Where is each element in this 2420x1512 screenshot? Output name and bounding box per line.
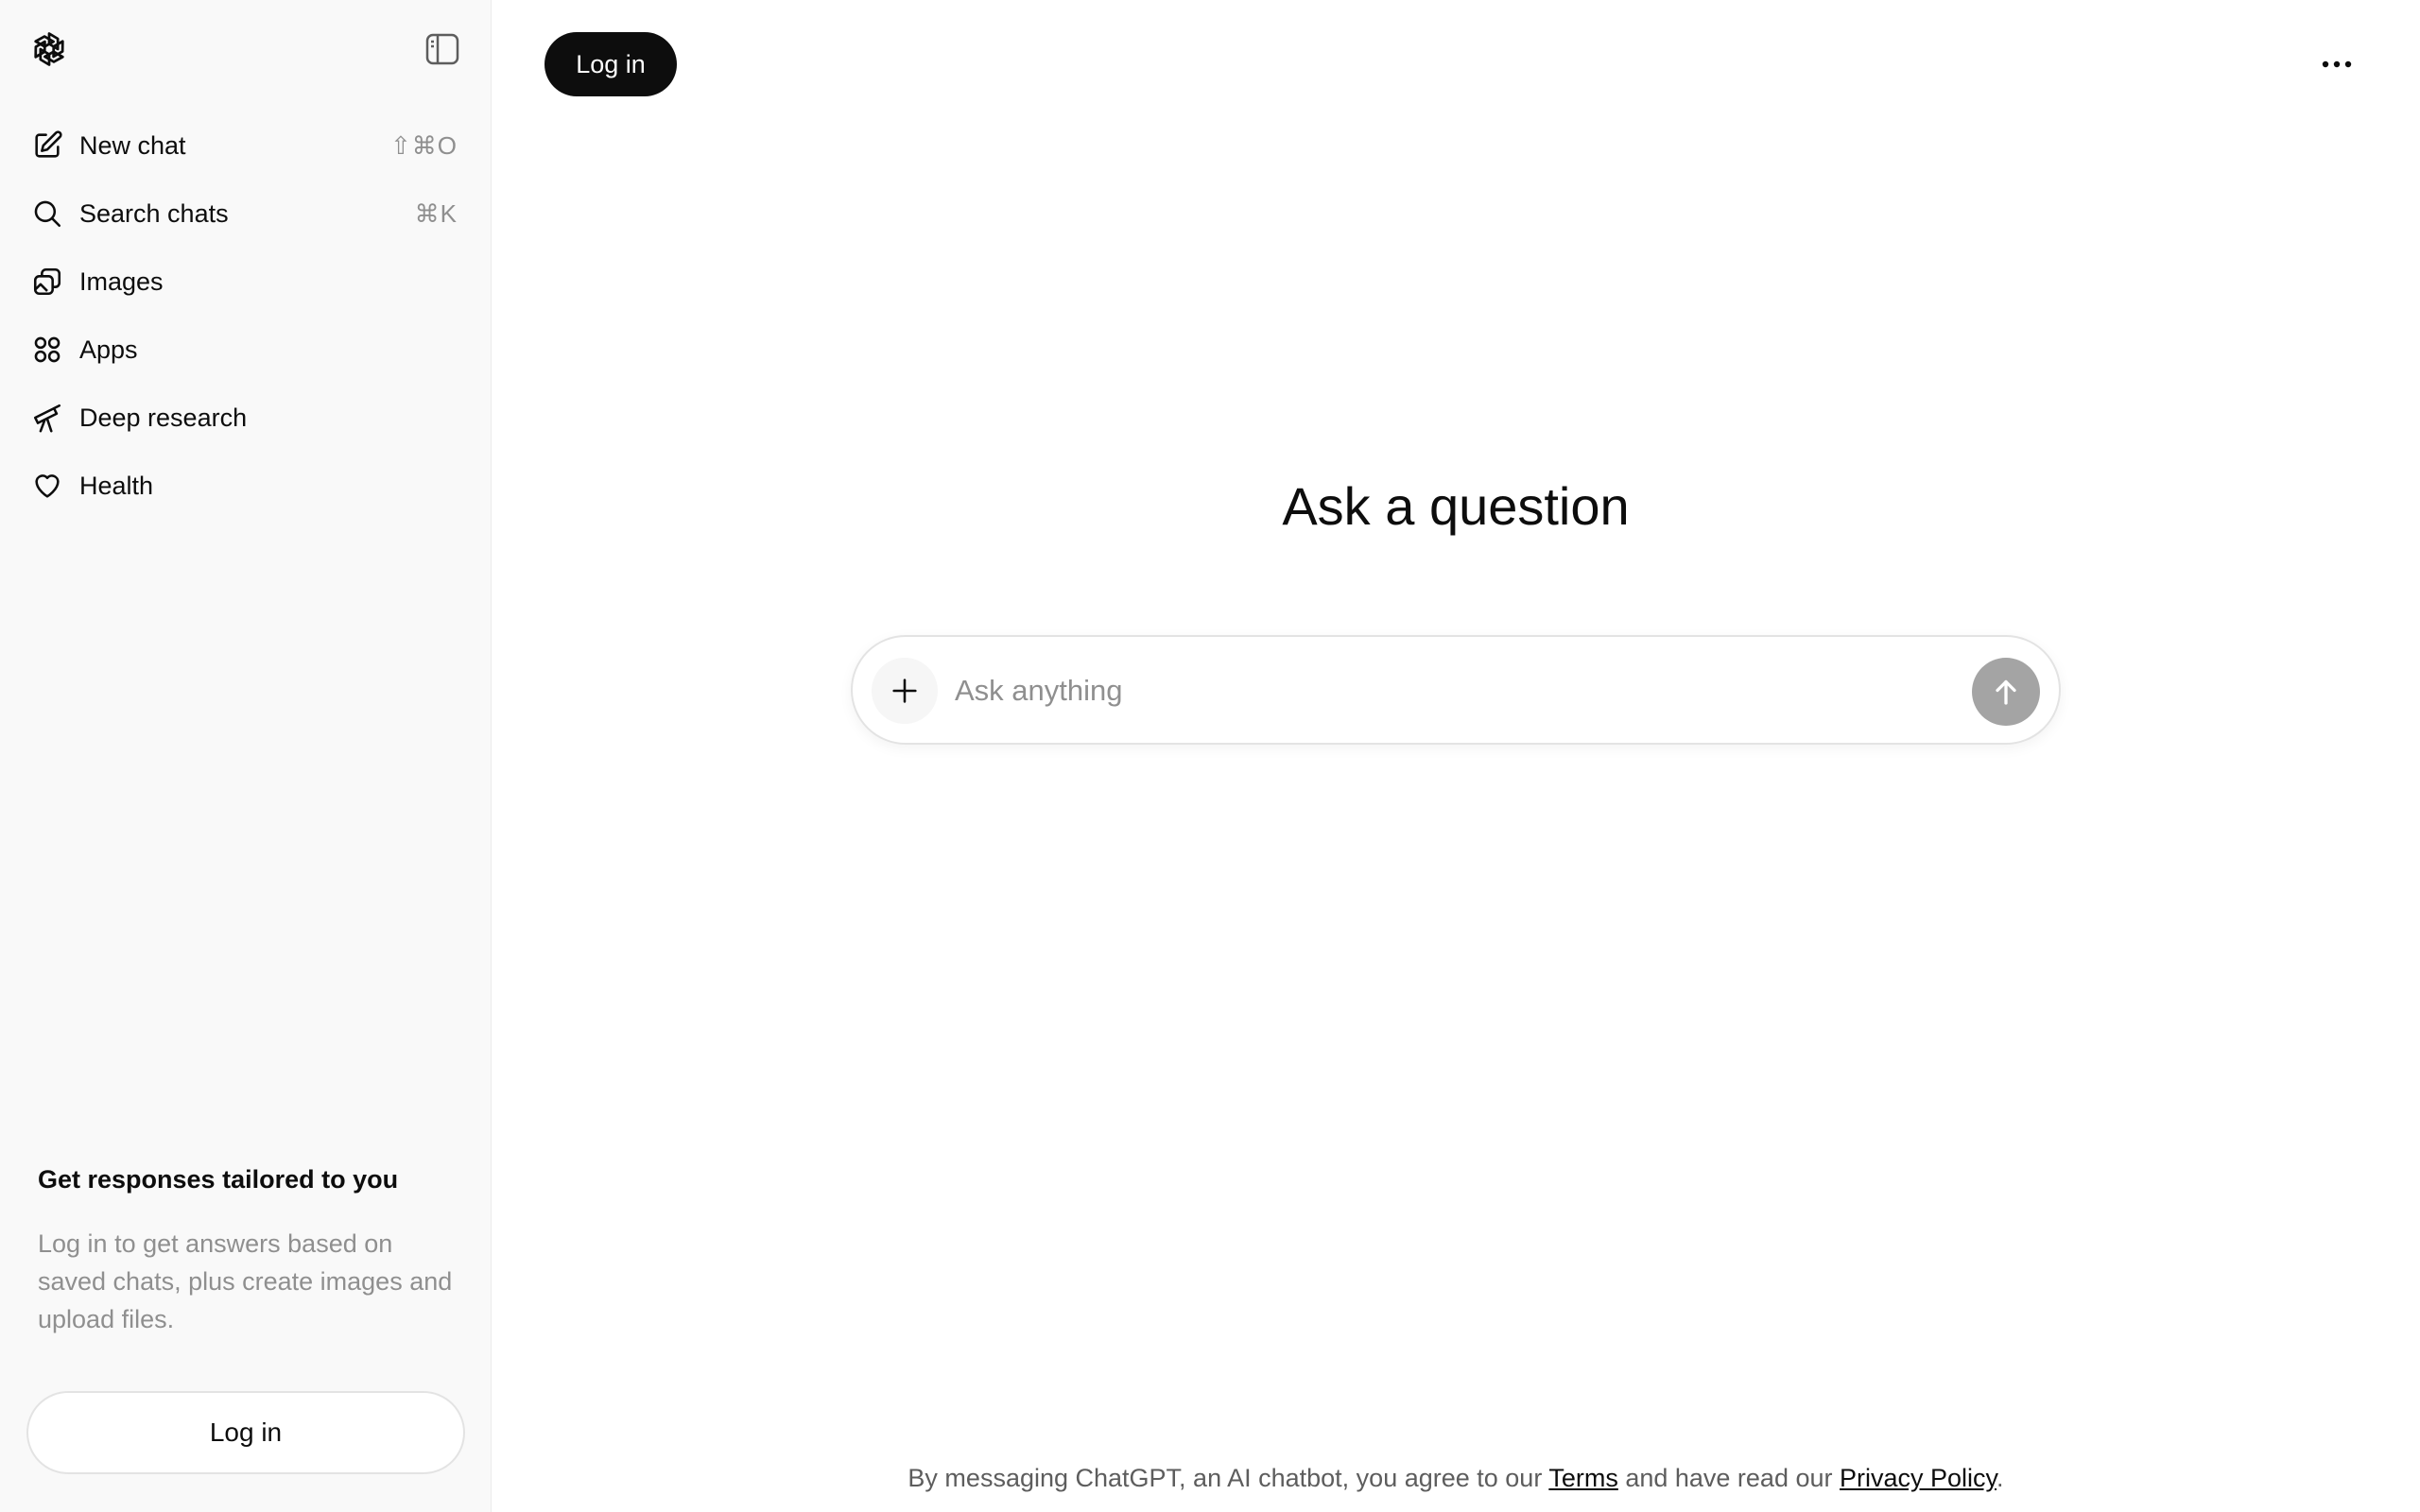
legal-footer: By messaging ChatGPT, an AI chatbot, you… [492,1459,2420,1497]
heart-icon [30,469,64,503]
more-horizontal-icon[interactable] [2314,45,2360,83]
sidebar-item-apps[interactable]: Apps [15,316,476,384]
privacy-policy-link[interactable]: Privacy Policy [1840,1464,1996,1492]
keyboard-shortcut: ⇧⌘O [389,130,458,160]
composer [851,635,2061,745]
promo-title: Get responses tailored to you [38,1165,399,1194]
promo-text: Log in to get answers based on saved cha… [38,1229,453,1333]
edit-icon [30,129,64,163]
footer-prefix: By messaging ChatGPT, an AI chatbot, you… [908,1464,1549,1492]
sidebar-item-search-chats[interactable]: Search chats ⌘K [15,180,476,248]
page-title: Ask a question [1282,476,1630,536]
sidebar-login-button[interactable]: Log in [26,1391,465,1474]
sidebar-item-deep-research[interactable]: Deep research [15,384,476,452]
telescope-icon [30,401,64,435]
apps-grid-icon [30,333,64,367]
sidebar-toggle-icon[interactable] [424,32,461,66]
sidebar-item-label: Search chats [79,198,229,228]
sidebar-item-label: New chat [79,130,186,160]
images-icon [30,265,64,299]
header-login-button[interactable]: Log in [544,32,677,96]
plus-icon[interactable] [872,658,938,724]
prompt-input[interactable] [953,663,1917,718]
sidebar: New chat ⇧⌘O Search chats ⌘K Images Apps… [0,0,492,1512]
app-window: New chat ⇧⌘O Search chats ⌘K Images Apps… [0,0,2420,1512]
keyboard-shortcut: ⌘K [414,198,458,228]
sidebar-item-label: Apps [79,335,138,364]
login-promo: Get responses tailored to you Log in to … [38,1160,454,1338]
sidebar-item-new-chat[interactable]: New chat ⇧⌘O [15,112,476,180]
footer-middle: and have read our [1617,1464,1840,1492]
sidebar-item-label: Health [79,471,154,500]
sidebar-item-label: Images [79,266,164,296]
sidebar-item-images[interactable]: Images [15,248,476,316]
sidebar-nav: New chat ⇧⌘O Search chats ⌘K Images Apps… [15,112,476,520]
openai-logo-icon[interactable] [28,28,70,70]
arrow-up-icon[interactable] [1972,658,2040,726]
terms-link[interactable]: Terms [1548,1464,1618,1492]
sidebar-item-label: Deep research [79,403,248,432]
sidebar-item-health[interactable]: Health [15,452,476,520]
search-icon [30,197,64,231]
footer-suffix: . [1996,1464,2004,1492]
